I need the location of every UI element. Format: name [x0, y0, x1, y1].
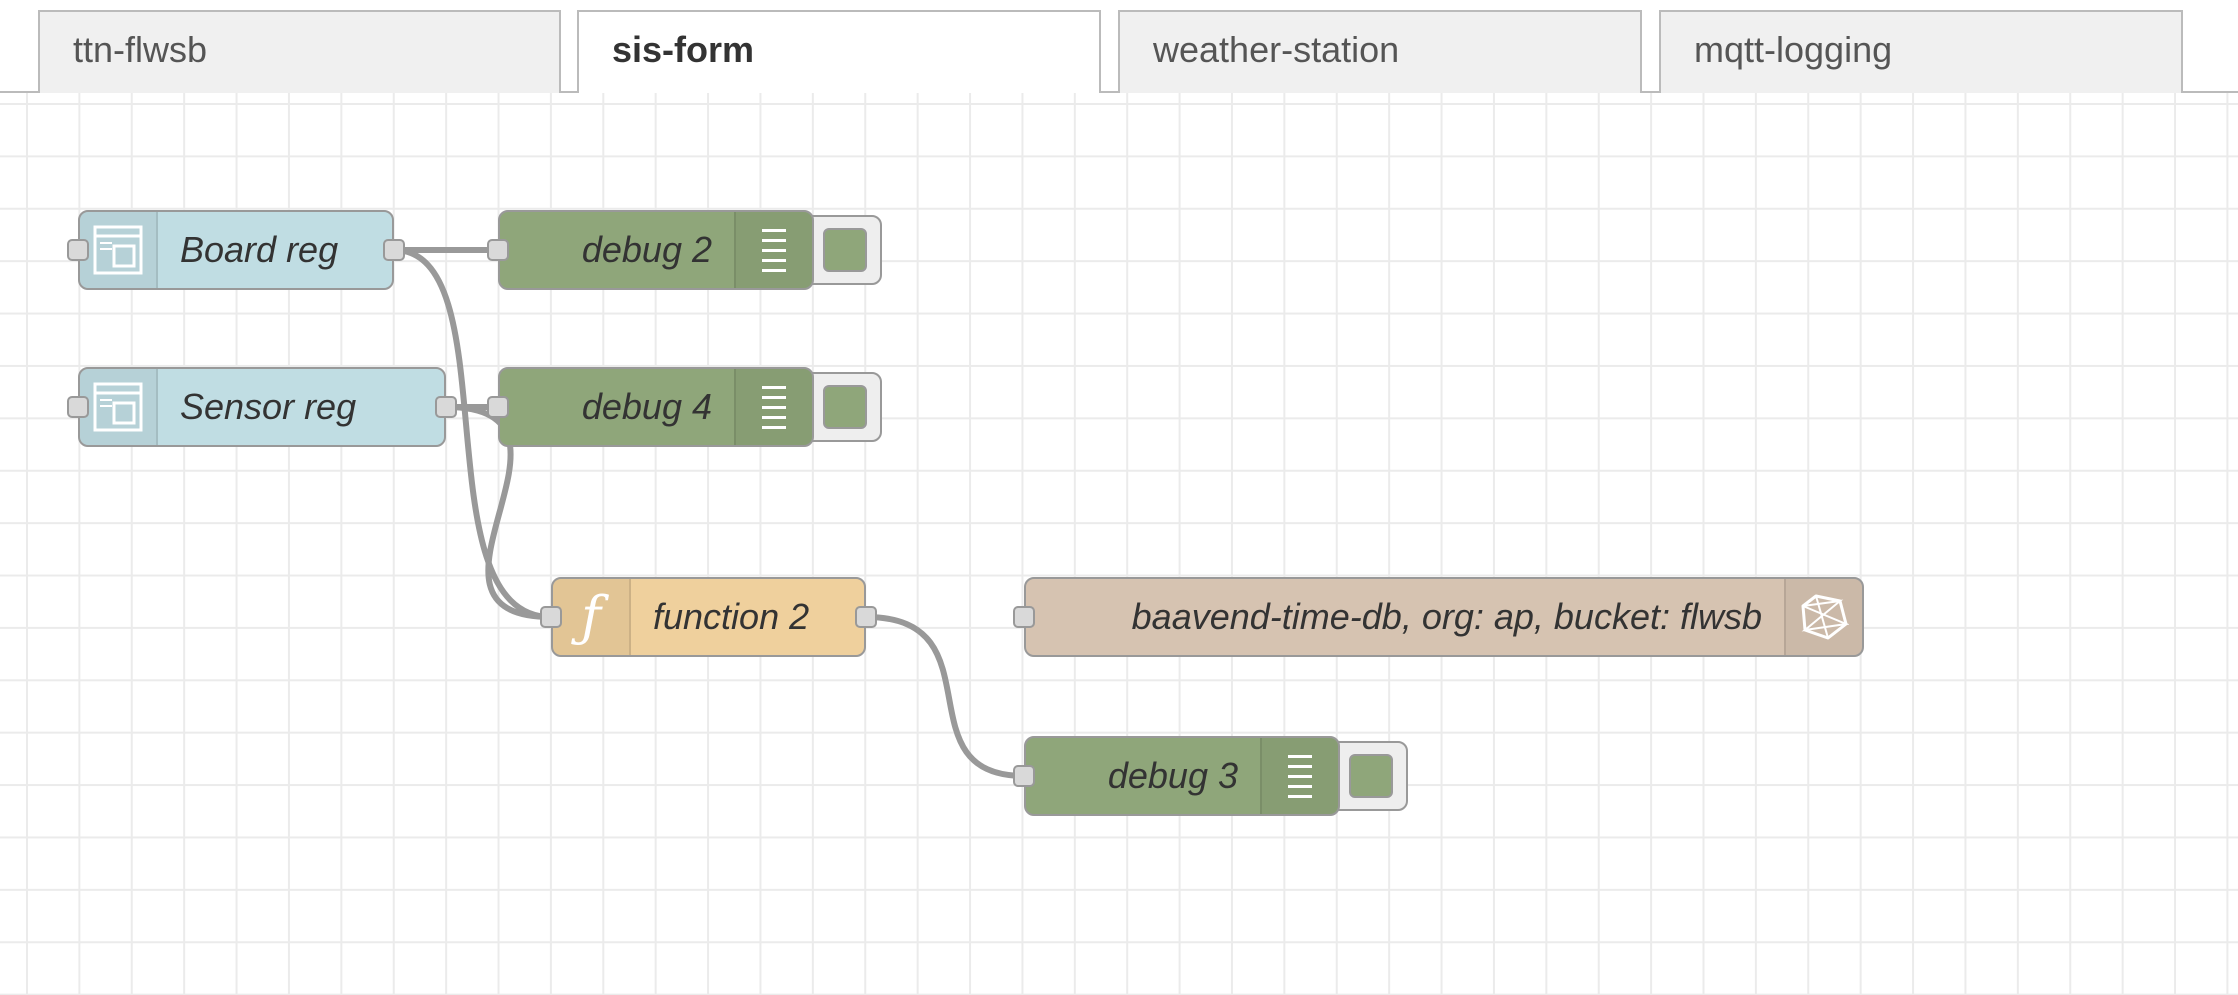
debug-toggle-indicator — [823, 228, 867, 272]
node-label: function 2 — [653, 596, 810, 637]
debug-list-icon — [734, 212, 812, 288]
node-influxdb-out[interactable]: baavend-time-db, org: ap, bucket: flwsb — [1024, 577, 1864, 657]
debug-list-icon — [734, 369, 812, 445]
function-icon: ƒ — [553, 579, 631, 655]
input-port[interactable] — [487, 239, 509, 261]
node-label: debug 3 — [1107, 755, 1238, 796]
template-icon — [80, 212, 158, 288]
wire-function-2-to-debug-3[interactable] — [865, 614, 1025, 779]
input-port[interactable] — [1013, 765, 1035, 787]
debug-toggle-indicator — [823, 385, 867, 429]
node-label: baavend-time-db, org: ap, bucket: flwsb — [1131, 596, 1762, 637]
template-icon — [80, 369, 158, 445]
node-label: debug 4 — [581, 386, 712, 427]
node-debug-4[interactable]: debug 4 — [498, 367, 814, 447]
output-port[interactable] — [855, 606, 877, 628]
output-port[interactable] — [435, 396, 457, 418]
input-port[interactable] — [67, 396, 89, 418]
node-sensor-reg[interactable]: Sensor reg — [78, 367, 446, 447]
node-function-2[interactable]: ƒ function 2 — [551, 577, 866, 657]
influxdb-icon — [1784, 579, 1862, 655]
debug-list-icon — [1260, 738, 1338, 814]
debug-toggle-indicator — [1349, 754, 1393, 798]
debug-toggle-button[interactable] — [810, 215, 882, 285]
node-debug-2[interactable]: debug 2 — [498, 210, 814, 290]
debug-toggle-button[interactable] — [810, 372, 882, 442]
input-port[interactable] — [487, 396, 509, 418]
node-label: debug 2 — [581, 229, 712, 270]
node-label: Board reg — [180, 229, 339, 270]
input-port[interactable] — [540, 606, 562, 628]
node-board-reg[interactable]: Board reg — [78, 210, 394, 290]
flow-wires — [393, 246, 1025, 779]
input-port[interactable] — [1013, 606, 1035, 628]
output-port[interactable] — [383, 239, 405, 261]
debug-toggle-button[interactable] — [1336, 741, 1408, 811]
node-debug-3[interactable]: debug 3 — [1024, 736, 1340, 816]
input-port[interactable] — [67, 239, 89, 261]
node-label: Sensor reg — [180, 386, 357, 427]
